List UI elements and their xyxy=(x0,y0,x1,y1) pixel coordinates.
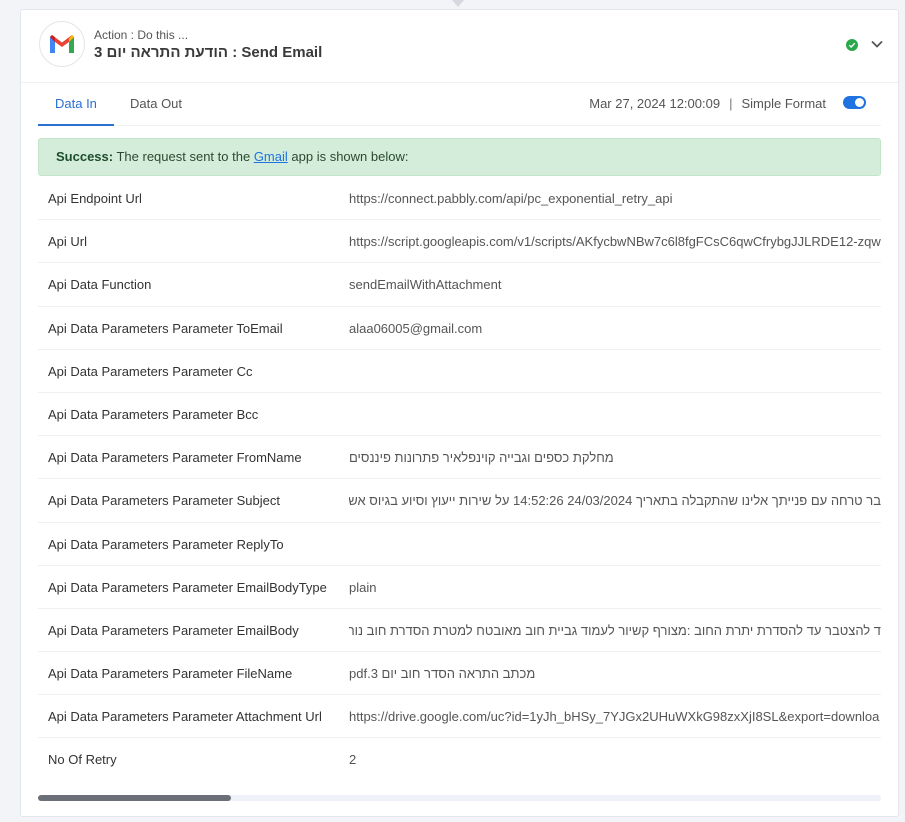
simple-format-label: Simple Format xyxy=(741,96,826,111)
table-row: Api Data Parameters Parameter ToEmail al… xyxy=(38,307,881,350)
row-key: Api Data Parameters Parameter Bcc xyxy=(48,406,259,422)
row-key: No Of Retry xyxy=(48,752,117,768)
row-value-text: מכתב התראה הסדר חוב יום 3.pdf xyxy=(349,666,536,682)
gmail-link[interactable]: Gmail xyxy=(254,149,288,164)
table-row: Api Data Parameters Parameter ReplyTo xyxy=(38,523,881,566)
alert-text-before: The request sent to the xyxy=(116,149,251,164)
row-value: מכתב התראה הסדר חוב יום 3.pdf xyxy=(349,652,881,695)
row-key: Api Data Parameters Parameter Cc xyxy=(48,363,253,379)
row-key: Api Data Parameters Parameter FromName xyxy=(48,450,302,466)
row-key: Api Data Parameters Parameter EmailBodyT… xyxy=(48,579,327,595)
table-row: Api Data Parameters Parameter FileName מ… xyxy=(38,652,881,696)
row-key: Api Data Parameters Parameter EmailBody xyxy=(48,622,299,638)
row-value: 2 xyxy=(349,752,357,768)
row-value-text: בר טרחה עם פנייתך אלינו שהתקבלה בתאריך 2… xyxy=(349,493,881,509)
meta-separator: | xyxy=(729,96,733,111)
table-row: Api Data Parameters Parameter Subject בר… xyxy=(38,479,881,523)
table-row: Api Data Parameters Parameter EmailBodyT… xyxy=(38,566,881,609)
tab-data-in[interactable]: Data In xyxy=(38,83,114,126)
row-key: Api Data Parameters Parameter ReplyTo xyxy=(48,536,284,552)
row-value: plain xyxy=(349,579,377,595)
row-value: בר טרחה עם פנייתך אלינו שהתקבלה בתאריך 2… xyxy=(349,479,881,522)
alert-strong: Success: xyxy=(56,149,114,164)
row-value: https://script.googleapis.com/v1/scripts… xyxy=(349,234,881,250)
toggle-knob xyxy=(855,98,864,107)
success-alert: Success: The request sent to the Gmail a… xyxy=(38,138,881,176)
chevron-down-icon[interactable] xyxy=(870,37,884,51)
row-value-text: ד להצטבר עד להסדרת יתרת החוב :מצורף קשיו… xyxy=(349,622,881,638)
table-row: Api Url https://script.googleapis.com/v1… xyxy=(38,220,881,264)
check-circle-icon xyxy=(846,39,858,51)
response-timestamp: Mar 27, 2024 12:00:09 xyxy=(589,96,721,111)
table-row: Api Data Function sendEmailWithAttachmen… xyxy=(38,263,881,307)
row-value: ד להצטבר עד להסדרת יתרת החוב :מצורף קשיו… xyxy=(349,609,881,652)
action-title: 3 הודעת התראה יום : Send Email xyxy=(94,44,323,61)
data-tabs: Data In Data Out Mar 27, 2024 12:00:09 | S… xyxy=(38,83,881,126)
row-key: Api Data Function xyxy=(48,277,152,293)
flow-connector-arrow-icon xyxy=(452,0,464,7)
row-key: Api Endpoint Url xyxy=(48,191,142,206)
simple-format-toggle[interactable] xyxy=(843,96,866,109)
action-header[interactable]: Action : Do this ... 3 הודעת התראה יום :… xyxy=(21,10,898,83)
row-key: Api Data Parameters Parameter Attachment… xyxy=(48,709,322,725)
row-value: מחלקת כספים וגבייה קוינפלאיר פתרונות פינ… xyxy=(349,436,881,479)
row-value: https://connect.pabbly.com/api/pc_expone… xyxy=(349,191,673,206)
table-row: No Of Retry 2 xyxy=(38,738,881,781)
scrollbar-thumb[interactable] xyxy=(38,795,231,801)
tab-data-out[interactable]: Data Out xyxy=(113,83,199,124)
row-key: Api Data Parameters Parameter ToEmail xyxy=(48,320,283,336)
row-key: Api Data Parameters Parameter Subject xyxy=(48,493,280,509)
horizontal-scrollbar[interactable] xyxy=(38,795,881,801)
gmail-logo-icon xyxy=(39,21,85,67)
row-key: Api Data Parameters Parameter FileName xyxy=(48,666,293,682)
row-value: sendEmailWithAttachment xyxy=(349,277,502,293)
table-row: Api Data Parameters Parameter FromName מ… xyxy=(38,436,881,480)
table-row: Api Data Parameters Parameter Attachment… xyxy=(38,695,881,739)
row-value: alaa06005@gmail.com xyxy=(349,320,483,336)
row-value: https://drive.google.com/uc?id=1yJh_bHSy… xyxy=(349,709,880,725)
table-row: Api Data Parameters Parameter Bcc xyxy=(38,393,881,437)
alert-text-after: app is shown below: xyxy=(291,149,409,164)
table-row: Api Data Parameters Parameter EmailBody … xyxy=(38,609,881,653)
data-table: Api Endpoint Url https://connect.pabbly.… xyxy=(38,177,881,794)
row-value-text: מחלקת כספים וגבייה קוינפלאיר פתרונות פינ… xyxy=(349,450,614,466)
action-step-card: Action : Do this ... 3 הודעת התראה יום :… xyxy=(20,9,899,817)
action-subtitle: Action : Do this ... xyxy=(94,28,189,42)
row-key: Api Url xyxy=(48,234,88,250)
table-row: Api Endpoint Url https://connect.pabbly.… xyxy=(38,177,881,221)
response-meta: Mar 27, 2024 12:00:09 | Simple Format xyxy=(589,83,826,125)
table-row: Api Data Parameters Parameter Cc xyxy=(38,350,881,393)
